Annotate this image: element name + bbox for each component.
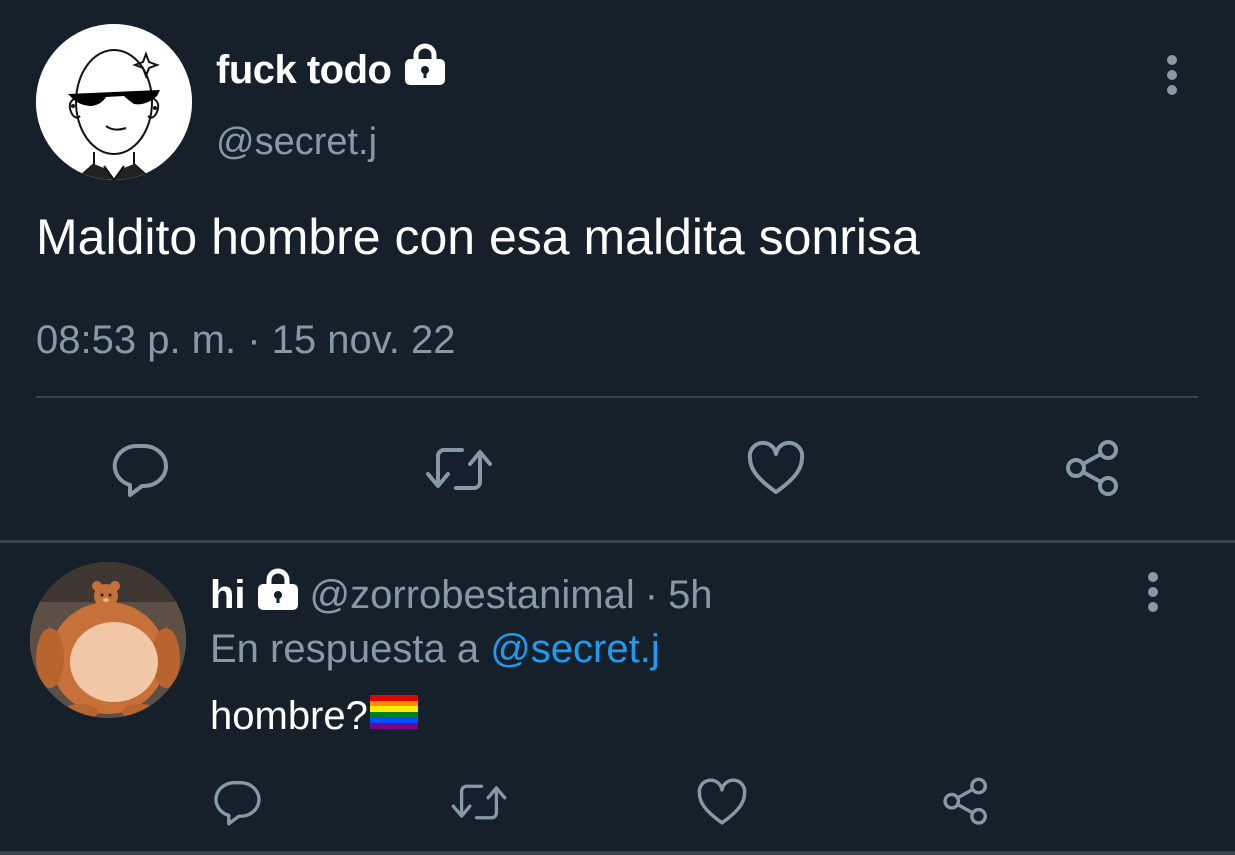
author-avatar[interactable] [36,24,192,180]
retweet-icon[interactable] [424,438,494,505]
reply-age[interactable]: 5h [668,568,713,622]
replying-to-label: En respuesta a [210,627,480,671]
more-vertical-icon[interactable] [1157,44,1187,109]
reply-text: hombre? [210,694,368,738]
share-icon[interactable] [1062,438,1124,505]
replying-to-mention[interactable]: @secret.j [490,627,660,671]
retweet-icon[interactable] [450,776,508,833]
more-vertical-icon[interactable] [1138,561,1168,626]
share-icon[interactable] [940,776,992,833]
heart-icon[interactable] [696,776,748,833]
section-divider [0,540,1235,543]
lock-icon [403,41,447,100]
author-display-name[interactable]: fuck todo [216,42,392,98]
tweet-timestamp[interactable]: 08:53 p. m. · 15 nov. 22 [36,312,456,368]
bottom-divider [0,851,1235,855]
tweet-text: Maldito hombre con esa maldita sonrisa [36,209,920,265]
lock-icon [256,566,300,624]
rainbow-flag-emoji [368,688,418,744]
reply-display-name[interactable]: hi [210,568,246,622]
reply-icon[interactable] [110,438,172,505]
author-name-row[interactable]: fuck todo [216,42,447,98]
reply-icon[interactable] [212,776,264,833]
replying-to: En respuesta a @secret.j [210,622,660,676]
separator: · [644,573,659,617]
author-handle[interactable]: @secret.j [216,116,377,168]
reply-text-row: hombre? [210,688,418,744]
reply-handle[interactable]: @zorrobestanimal [310,568,635,622]
reply-header: hi @zorrobestanimal · 5h [210,568,713,622]
heart-icon[interactable] [746,438,806,503]
divider [36,396,1198,398]
reply-author-avatar[interactable] [30,562,186,718]
